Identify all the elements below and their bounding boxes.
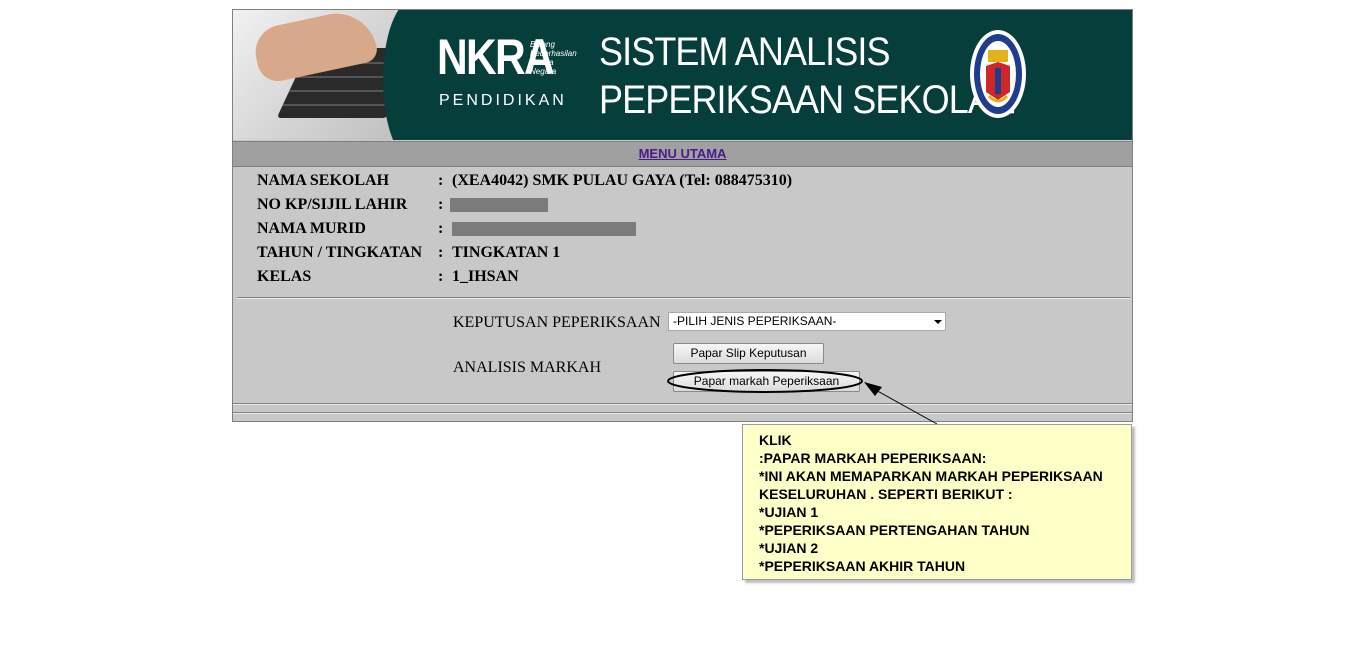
class-value: 1_IHSAN (452, 268, 519, 285)
divider (233, 412, 1132, 414)
exam-type-select[interactable]: -PILIH JENIS PEPERIKSAAN- (668, 312, 946, 331)
class-label: KELAS (257, 268, 312, 285)
menu-bar: MENU UTAMA (233, 141, 1132, 167)
divider (233, 403, 1132, 405)
show-exam-marks-button[interactable]: Papar markah Peperiksaan (673, 371, 860, 392)
student-name-label: NAMA MURID (257, 220, 366, 237)
school-name-value: (XEA4042) SMK PULAU GAYA (Tel: 088475310… (452, 172, 793, 189)
form-label: TAHUN / TINGKATAN (257, 244, 423, 261)
keyboard-hand-photo (233, 10, 443, 140)
system-title-line1: SISTEM ANALISIS (599, 30, 891, 74)
main-menu-link[interactable]: MENU UTAMA (639, 146, 727, 161)
main-panel: NKRA Bidang Keberhasilan Utama Negara PE… (232, 9, 1133, 422)
ministry-crest-icon (970, 30, 1026, 118)
show-result-slip-button[interactable]: Papar Slip Keputusan (673, 343, 824, 364)
student-name-value (452, 220, 636, 238)
divider (237, 297, 1130, 299)
logo-caption: PENDIDIKAN (439, 92, 567, 109)
instruction-callout: KLIK :PAPAR MARKAH PEPERIKSAAN: *INI AKA… (742, 424, 1132, 580)
ic-number-label: NO KP/SIJIL LAHIR (257, 196, 408, 213)
exam-result-label: KEPUTUSAN PEPERIKSAAN (453, 314, 661, 331)
mark-analysis-label: ANALISIS MARKAH (453, 359, 602, 376)
school-name-label: NAMA SEKOLAH (257, 172, 390, 189)
redacted-name (452, 222, 636, 237)
ic-number-value (450, 196, 548, 214)
redacted-ic (450, 198, 548, 213)
chevron-down-icon (934, 320, 942, 324)
header-banner: NKRA Bidang Keberhasilan Utama Negara PE… (233, 10, 1132, 140)
form-value: TINGKATAN 1 (452, 244, 561, 261)
nkra-logo-subtitle: Bidang Keberhasilan Utama Negara (530, 40, 577, 76)
system-title-line2: PEPERIKSAAN SEKOLAH (599, 78, 1017, 122)
